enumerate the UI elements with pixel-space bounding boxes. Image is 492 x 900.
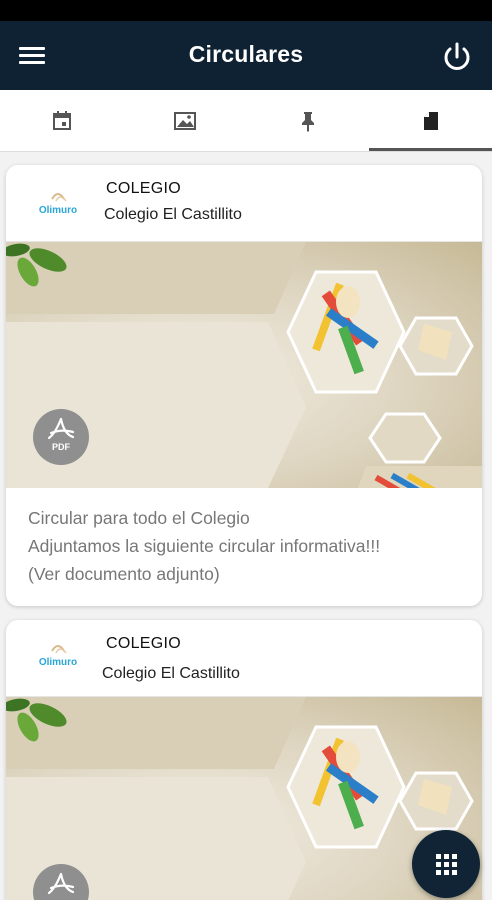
school-logo: Olimuro — [30, 635, 86, 679]
apps-grid-icon — [435, 853, 457, 875]
organization-name: Colegio El Castillito — [104, 206, 242, 223]
tab-documents[interactable] — [369, 90, 492, 152]
svg-text:Olimuro: Olimuro — [39, 657, 77, 668]
circular-body: Circular para todo el Colegio Adjuntamos… — [6, 488, 482, 604]
apps-fab-button[interactable] — [412, 830, 480, 898]
circular-banner-image: PDF — [6, 242, 482, 488]
tab-divider — [0, 151, 492, 152]
tab-calendar[interactable] — [0, 90, 123, 152]
circular-card[interactable]: Olimuro COLEGIO Colegio El Castillito — [6, 620, 482, 900]
pdf-attachment-icon[interactable]: PDF — [33, 409, 89, 465]
power-icon[interactable] — [439, 39, 475, 75]
tab-pinned[interactable] — [246, 90, 369, 152]
school-name: COLEGIO — [106, 635, 182, 652]
circular-title: Circular para todo el Colegio — [28, 508, 250, 528]
pin-icon — [301, 112, 314, 132]
acrobat-icon — [47, 872, 75, 895]
circular-message: Adjuntamos la siguiente circular informa… — [28, 536, 381, 556]
circular-card[interactable]: Olimuro COLEGIO Colegio El Castillito — [6, 165, 482, 606]
page-title: Circulares — [188, 41, 304, 67]
document-icon — [423, 112, 438, 130]
calendar-icon — [52, 111, 71, 130]
circular-note: (Ver documento adjunto) — [28, 564, 220, 584]
acrobat-icon — [47, 417, 75, 440]
pdf-label: PDF — [52, 442, 70, 452]
school-logo: Olimuro — [30, 183, 86, 227]
status-bar — [0, 0, 492, 21]
app-bar: Circulares — [0, 21, 492, 90]
school-name: COLEGIO — [106, 180, 182, 197]
image-icon — [173, 112, 196, 130]
circular-banner-image — [6, 697, 482, 900]
card-header: Olimuro COLEGIO Colegio El Castillito — [6, 620, 482, 697]
tab-bar — [0, 90, 492, 152]
card-header: Olimuro COLEGIO Colegio El Castillito — [6, 165, 482, 242]
svg-text:Olimuro: Olimuro — [39, 205, 77, 216]
tab-images[interactable] — [123, 90, 246, 152]
organization-name: Colegio El Castillito — [102, 665, 240, 682]
